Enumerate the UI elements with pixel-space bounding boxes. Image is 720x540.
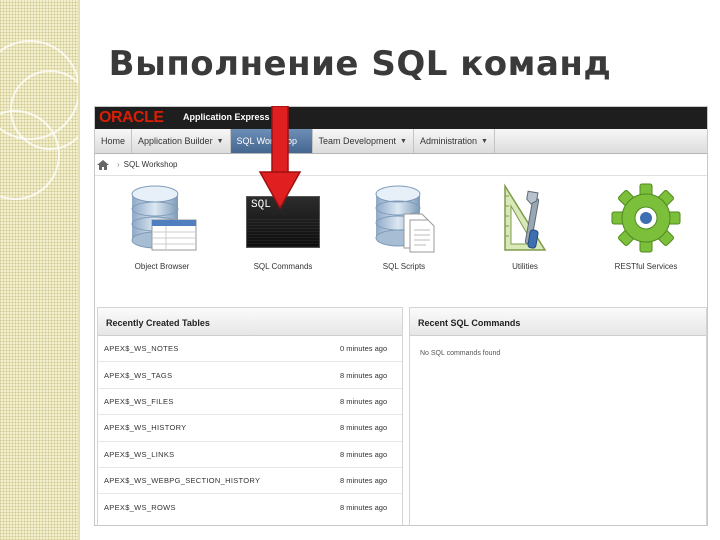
panel-title: Recently Created Tables	[98, 308, 402, 336]
recent-tables-panel: Recently Created Tables APEX$_WS_NOTES 0…	[97, 307, 403, 525]
apex-screenshot: ORACLE Application Express Home Applicat…	[94, 106, 708, 526]
home-icon[interactable]	[97, 159, 109, 170]
breadcrumb-current: SQL Workshop	[123, 160, 178, 169]
tab-label: Home	[101, 136, 126, 146]
table-name[interactable]: APEX$_WS_TAGS	[98, 371, 340, 380]
product-name: Application Express	[183, 112, 270, 122]
arrow-down-icon	[258, 106, 302, 210]
table-row[interactable]: APEX$_WS_ROWS 8 minutes ago	[98, 494, 402, 520]
tile-utilities[interactable]: Utilities	[470, 182, 580, 278]
tile-restful-services[interactable]: RESTful Services	[591, 182, 701, 278]
slide-title: Выполнение SQL команд	[108, 44, 612, 84]
chevron-down-icon[interactable]: ▼	[481, 138, 488, 145]
tile-object-browser[interactable]: Object Browser	[107, 182, 217, 278]
table-name[interactable]: APEX$_WS_FILES	[98, 397, 340, 406]
breadcrumb-separator: ›	[117, 160, 120, 169]
tab-team-development[interactable]: Team Development ▼	[313, 129, 414, 153]
top-bar: ORACLE Application Express	[95, 107, 707, 129]
tab-label: Team Development	[318, 136, 397, 146]
tab-label: Administration	[419, 136, 478, 146]
table-name[interactable]: APEX$_WS_ROWS	[98, 503, 340, 512]
table-name[interactable]: APEX$_WS_NOTES	[98, 344, 340, 353]
chevron-down-icon[interactable]: ▼	[217, 138, 224, 145]
tab-home[interactable]: Home	[95, 129, 133, 153]
empty-message: No SQL commands found	[420, 350, 501, 357]
table-row[interactable]: APEX$_WS_FILES 8 minutes ago	[98, 389, 402, 416]
tile-label: RESTful Services	[614, 262, 678, 271]
recent-sql-panel: Recent SQL Commands No SQL commands foun…	[409, 307, 707, 525]
table-row[interactable]: APEX$_WS_WEBPG_SECTION_HISTORY 8 minutes…	[98, 468, 402, 495]
tab-administration[interactable]: Administration ▼	[414, 129, 495, 153]
workshop-tiles: Object Browser SQL > SQL Commands SQL Sc…	[95, 176, 707, 284]
tile-sql-scripts[interactable]: SQL Scripts	[349, 182, 459, 278]
database-scripts-icon	[375, 185, 435, 253]
table-name[interactable]: APEX$_WS_HISTORY	[98, 423, 340, 432]
tile-label: SQL Commands	[253, 262, 313, 271]
main-nav: Home Application Builder ▼ SQL Workshop …	[95, 129, 707, 154]
table-row[interactable]: APEX$_WS_TAGS 8 minutes ago	[98, 362, 402, 389]
tab-label: Application Builder	[138, 136, 213, 146]
table-age: 8 minutes ago	[340, 476, 388, 486]
gear-icon	[611, 183, 681, 253]
tile-label: SQL Scripts	[382, 262, 426, 271]
table-age: 8 minutes ago	[340, 423, 388, 433]
chevron-down-icon[interactable]: ▼	[400, 138, 407, 145]
tools-icon	[504, 183, 547, 251]
tab-application-builder[interactable]: Application Builder ▼	[132, 129, 231, 153]
table-age: 8 minutes ago	[340, 370, 388, 380]
table-age: 8 minutes ago	[340, 396, 388, 406]
oracle-logo: ORACLE	[99, 109, 164, 126]
tile-label: Utilities	[512, 262, 538, 271]
table-age: 0 minutes ago	[340, 344, 388, 354]
breadcrumb: › SQL Workshop	[95, 154, 707, 176]
database-browser-icon	[131, 185, 197, 251]
table-name[interactable]: APEX$_WS_WEBPG_SECTION_HISTORY	[98, 476, 340, 485]
table-name[interactable]: APEX$_WS_LINKS	[98, 450, 340, 459]
panel-title: Recent SQL Commands	[410, 308, 706, 336]
table-age: 8 minutes ago	[340, 503, 388, 513]
table-row[interactable]: APEX$_WS_NOTES 0 minutes ago	[98, 336, 402, 363]
tile-label: Object Browser	[134, 262, 190, 271]
table-age: 8 minutes ago	[340, 449, 388, 459]
table-row[interactable]: APEX$_WS_HISTORY 8 minutes ago	[98, 415, 402, 442]
table-row[interactable]: APEX$_WS_LINKS 8 minutes ago	[98, 442, 402, 468]
